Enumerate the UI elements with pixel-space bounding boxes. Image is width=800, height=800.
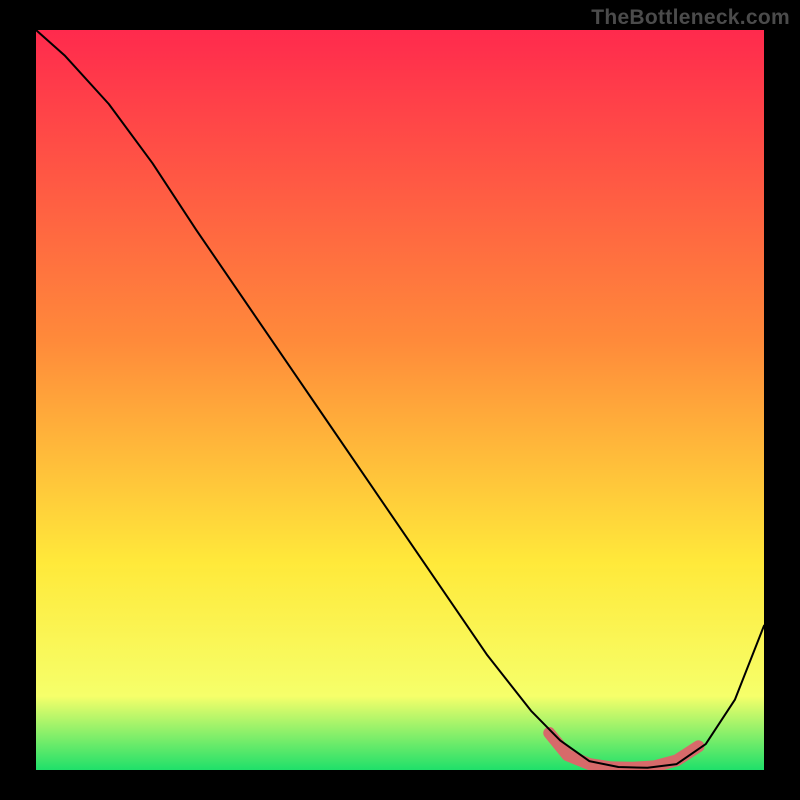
plot-area: [36, 30, 764, 770]
chart-svg: [36, 30, 764, 770]
watermark-text: TheBottleneck.com: [591, 6, 790, 30]
chart-stage: TheBottleneck.com: [0, 0, 800, 800]
gradient-background: [36, 30, 764, 770]
